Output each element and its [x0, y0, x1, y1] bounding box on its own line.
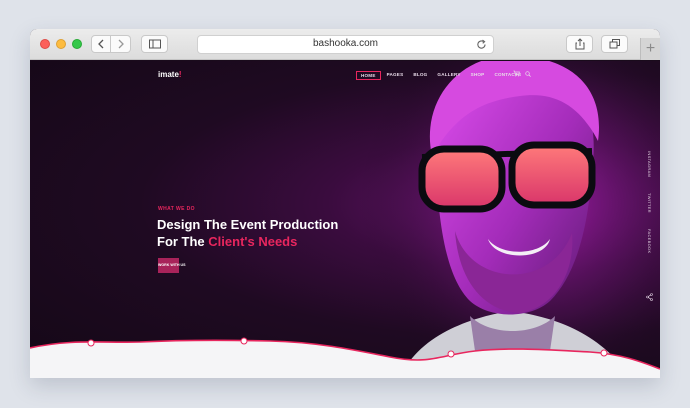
wave-divider [30, 337, 660, 378]
wave-marker [600, 349, 608, 357]
sidebar-toggle-button[interactable] [141, 35, 168, 53]
wave-marker [447, 350, 455, 358]
minimize-window-button[interactable] [56, 39, 66, 49]
logo-text: imate [158, 70, 179, 79]
forward-button[interactable] [111, 35, 131, 53]
hero-headline-line-1: Design The Event Production [157, 217, 339, 232]
work-with-us-button[interactable]: WORK WITH US [158, 258, 186, 273]
tab-overview-button[interactable] [601, 35, 628, 53]
address-url: bashooka.com [312, 38, 379, 49]
nav-item-home[interactable]: HOME [356, 71, 381, 80]
main-nav: HOME PAGES BLOG GALLERY SHOP CONTACTS [356, 71, 525, 80]
cart-icon[interactable] [513, 70, 520, 77]
nav-item-contacts[interactable]: CONTACTS [490, 71, 525, 80]
nav-item-blog[interactable]: BLOG [409, 71, 431, 80]
web-page: imate! HOME PAGES BLOG GALLERY SHOP CONT… [30, 61, 660, 378]
chevron-left-icon [98, 39, 104, 49]
reload-icon[interactable] [476, 39, 487, 50]
tabs-icon [609, 39, 620, 49]
social-links: INSTAGRAM TWITTER FACEBOOK [644, 151, 654, 311]
browser-window: bashooka.com + imate! HOME PAGES BLOG GA… [30, 29, 660, 378]
wave-marker [240, 337, 248, 345]
address-bar[interactable]: bashooka.com [197, 35, 494, 54]
hero-headline-highlight: Client's Needs [208, 234, 298, 249]
social-link-twitter[interactable]: TWITTER [647, 193, 652, 213]
hero-headline-prefix: For The [157, 234, 209, 249]
site-logo[interactable]: imate! [158, 70, 182, 79]
logo-dot: ! [178, 70, 182, 79]
site-header: imate! HOME PAGES BLOG GALLERY SHOP CONT… [158, 70, 538, 84]
chevron-right-icon [118, 39, 124, 49]
share-button[interactable] [566, 35, 593, 53]
hero-eyebrow: WHAT WE DO [158, 206, 195, 212]
nav-item-shop[interactable]: SHOP [467, 71, 489, 80]
sidebar-icon [148, 39, 161, 49]
browser-titlebar: bashooka.com + [30, 29, 660, 60]
back-button[interactable] [91, 35, 111, 53]
new-tab-button[interactable]: + [640, 38, 660, 60]
social-link-instagram[interactable]: INSTAGRAM [647, 151, 652, 177]
hero-headline: Design The Event Production For The Clie… [157, 216, 338, 250]
nav-item-gallery[interactable]: GALLERY [433, 71, 464, 80]
search-icon[interactable] [525, 71, 531, 77]
share-icon [575, 38, 584, 50]
social-link-facebook[interactable]: FACEBOOK [647, 229, 652, 253]
nav-item-pages[interactable]: PAGES [383, 71, 408, 80]
wave-marker [87, 339, 95, 347]
close-window-button[interactable] [40, 39, 50, 49]
zoom-window-button[interactable] [72, 39, 82, 49]
hero-headline-line-2: For The Client's Needs [157, 233, 338, 250]
